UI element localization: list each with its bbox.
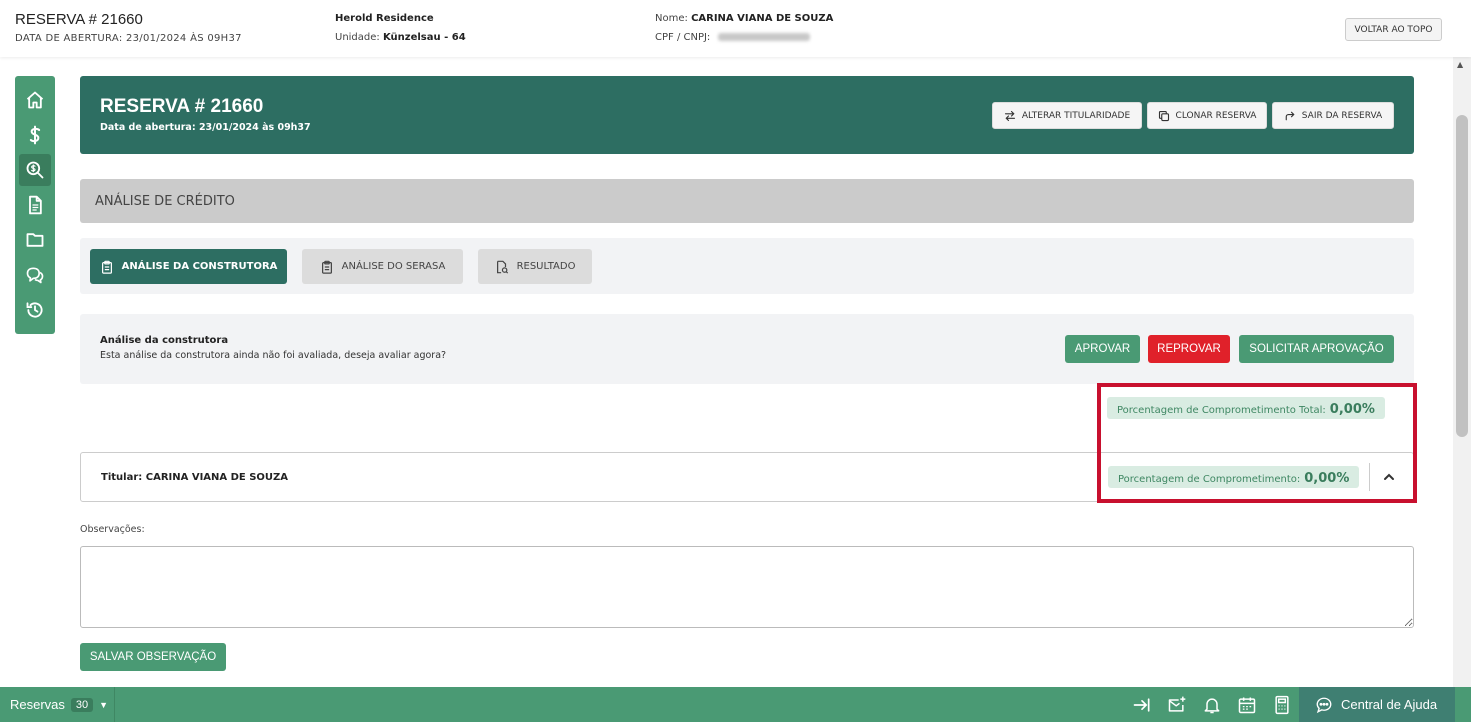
- approve-button[interactable]: APROVAR: [1065, 335, 1140, 363]
- credit-analysis-section: ANÁLISE DE CRÉDITO: [80, 179, 1414, 223]
- help-center-button[interactable]: Central de Ajuda: [1299, 687, 1455, 722]
- reservation-title: RESERVA # 21660: [15, 11, 143, 28]
- sidebar: [15, 76, 55, 334]
- header-title: RESERVA # 21660: [100, 96, 264, 117]
- tab-serasa-analysis-label: ANÁLISE DO SERASA: [341, 261, 446, 272]
- client-name-value: CARINA VIANA DE SOUZA: [691, 13, 834, 24]
- chat-bubble-icon: [1316, 697, 1332, 713]
- chat-icon: [26, 267, 44, 284]
- reservation-header: RESERVA # 21660 Data de abertura: 23/01/…: [80, 76, 1414, 154]
- unit-value: Künzelsau - 64: [382, 32, 466, 43]
- save-observation-button[interactable]: SALVAR OBSERVAÇÃO: [80, 643, 226, 671]
- exit-reservation-label: SAIR DA RESERVA: [1301, 110, 1383, 121]
- clipboard-icon: [101, 260, 112, 274]
- search-money-icon: [26, 161, 44, 179]
- client-name-label: Nome:: [655, 13, 688, 24]
- reservations-label: Reservas: [10, 697, 65, 712]
- cpf-value-redacted: [717, 33, 810, 41]
- sidebar-item-files[interactable]: [19, 224, 51, 256]
- history-icon: [26, 302, 43, 318]
- tab-serasa-analysis[interactable]: ANÁLISE DO SERASA: [302, 249, 463, 284]
- calculator-button[interactable]: [1272, 695, 1292, 715]
- help-center-label: Central de Ajuda: [1341, 697, 1438, 712]
- sidebar-item-credit-analysis[interactable]: [19, 154, 51, 186]
- unit-label: Unidade:: [335, 32, 380, 43]
- sidebar-item-history[interactable]: [19, 294, 51, 326]
- observations-label: Observações:: [80, 524, 145, 535]
- calendar-icon: [1238, 697, 1256, 714]
- reject-button[interactable]: REPROVAR: [1148, 335, 1230, 363]
- arrow-to-right-icon: [1133, 698, 1150, 712]
- document-search-icon: [496, 260, 508, 274]
- clone-reservation-button[interactable]: CLONAR RESERVA: [1147, 102, 1267, 129]
- new-message-button[interactable]: [1167, 695, 1187, 715]
- analysis-tabs: ANÁLISE DA CONSTRUTORA ANÁLISE DO SERASA…: [80, 238, 1414, 294]
- reservations-count: 30: [70, 697, 94, 712]
- clipboard-icon: [321, 260, 332, 274]
- analysis-title: Análise da construtora: [100, 335, 229, 346]
- calculator-icon: [1275, 695, 1289, 715]
- tab-result[interactable]: RESULTADO: [478, 249, 592, 284]
- builder-analysis-panel: Análise da construtora Esta análise da c…: [80, 314, 1414, 384]
- notifications-button[interactable]: [1202, 695, 1222, 715]
- holder-name: Titular: CARINA VIANA DE SOUZA: [101, 472, 289, 483]
- reservations-dropdown[interactable]: Reservas 30 ▼: [0, 687, 115, 722]
- back-to-top-button[interactable]: VOLTAR AO TOPO: [1345, 18, 1442, 41]
- reservation-opening-date: DATA DE ABERTURA: 23/01/2024 ÀS 09H37: [15, 33, 242, 44]
- mail-plus-icon: [1168, 696, 1186, 712]
- sidebar-item-documents[interactable]: [19, 189, 51, 221]
- bottom-bar: Reservas 30 ▼ Central de Ajuda: [0, 687, 1471, 722]
- cpf-label: CPF / CNPJ:: [655, 32, 711, 43]
- clone-reservation-label: CLONAR RESERVA: [1175, 110, 1257, 121]
- scrollbar-thumb[interactable]: [1456, 115, 1468, 437]
- collapse-right-button[interactable]: [1132, 695, 1152, 715]
- swap-arrows-icon: [1004, 110, 1015, 121]
- header-opening-date: Data de abertura: 23/01/2024 às 09h37: [100, 122, 311, 133]
- sidebar-item-home[interactable]: [19, 84, 51, 116]
- highlight-box: [1097, 383, 1417, 503]
- tab-builder-analysis[interactable]: ANÁLISE DA CONSTRUTORA: [90, 249, 287, 284]
- top-bar: RESERVA # 21660 DATA DE ABERTURA: 23/01/…: [0, 0, 1471, 57]
- calendar-button[interactable]: [1237, 695, 1257, 715]
- transfer-ownership-button[interactable]: ALTERAR TITULARIDADE: [992, 102, 1142, 129]
- scroll-up-arrow-icon[interactable]: ▲: [1457, 60, 1463, 69]
- section-title: ANÁLISE DE CRÉDITO: [95, 194, 235, 209]
- tab-builder-analysis-label: ANÁLISE DA CONSTRUTORA: [121, 261, 278, 272]
- home-icon: [26, 91, 44, 109]
- exit-reservation-button[interactable]: SAIR DA RESERVA: [1272, 102, 1394, 129]
- observations-textarea[interactable]: [80, 546, 1414, 628]
- sidebar-item-messages[interactable]: [19, 259, 51, 291]
- tab-result-label: RESULTADO: [516, 261, 576, 272]
- enterprise-name: Herold Residence: [335, 13, 434, 24]
- client-name-info: Nome: CARINA VIANA DE SOUZA: [655, 13, 833, 24]
- share-arrow-icon: [1285, 111, 1295, 120]
- unit-info: Unidade: Künzelsau - 64: [335, 32, 466, 43]
- transfer-ownership-label: ALTERAR TITULARIDADE: [1021, 110, 1131, 121]
- client-cpf-info: CPF / CNPJ:: [655, 32, 810, 43]
- document-icon: [29, 195, 42, 215]
- sidebar-item-financial[interactable]: [19, 119, 51, 151]
- chevron-down-icon: ▼: [99, 699, 109, 710]
- bell-icon: [1204, 698, 1220, 714]
- copy-icon: [1158, 110, 1169, 121]
- dollar-icon: [29, 125, 41, 145]
- analysis-description: Esta análise da construtora ainda não fo…: [100, 350, 447, 361]
- folder-icon: [26, 233, 44, 247]
- request-approval-button[interactable]: SOLICITAR APROVAÇÃO: [1239, 335, 1394, 363]
